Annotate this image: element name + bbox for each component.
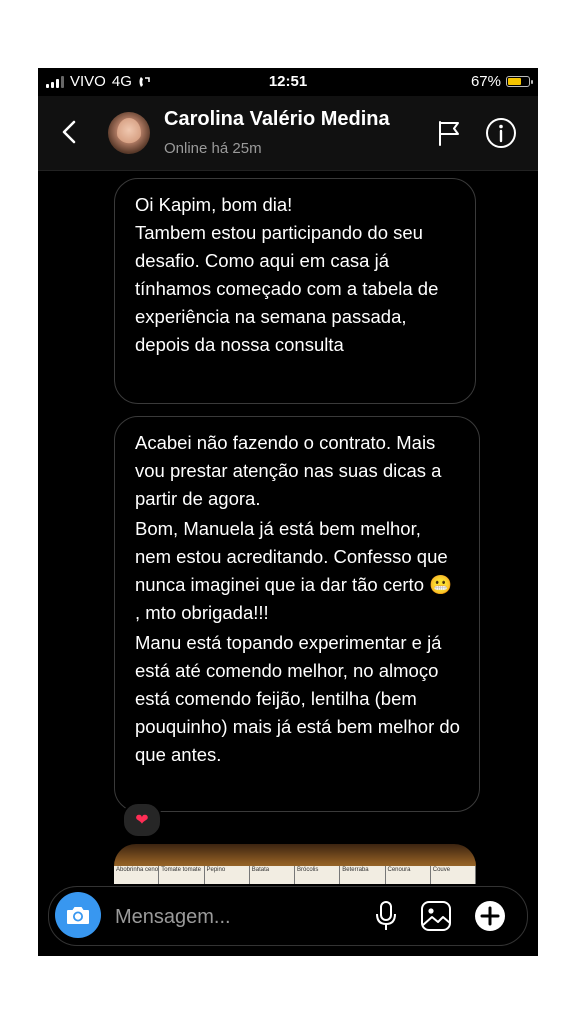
image-message[interactable]: Abobrinha cenoura Tomate tomate Pepino B… xyxy=(114,844,476,884)
image-label: Cenoura xyxy=(386,866,431,884)
report-button[interactable] xyxy=(434,118,464,148)
gallery-button[interactable] xyxy=(419,899,453,933)
message-input[interactable] xyxy=(113,901,357,933)
message-bubble[interactable]: Acabei não fazendo o contrato. Mais vou … xyxy=(114,416,480,812)
camera-icon xyxy=(67,907,89,924)
microphone-icon xyxy=(376,901,396,930)
add-icon xyxy=(475,901,505,931)
image-label: Batata xyxy=(250,866,295,884)
image-label-strip: Abobrinha cenoura Tomate tomate Pepino B… xyxy=(114,866,476,884)
info-icon xyxy=(486,118,516,148)
chevron-left-icon xyxy=(62,120,76,144)
image-label: Abobrinha cenoura xyxy=(114,866,160,884)
image-label: Pepino xyxy=(205,866,250,884)
image-label: Brócolis xyxy=(295,866,341,884)
image-label: Beterraba xyxy=(340,866,386,884)
message-text: Oi Kapim, bom dia! xyxy=(135,194,293,215)
message-composer xyxy=(48,886,528,946)
phone-screen: VIVO 4G 12:51 67% Carolina Valério Medin… xyxy=(38,68,538,956)
chat-header: Carolina Valério Medina Online há 25m xyxy=(38,96,538,171)
image-label: Couve xyxy=(431,866,476,884)
battery-icon xyxy=(506,76,533,87)
avatar[interactable] xyxy=(108,112,150,154)
contact-name[interactable]: Carolina Valério Medina xyxy=(164,108,390,131)
add-button[interactable] xyxy=(473,899,507,933)
message-text: Tambem estou participando do seu desafio… xyxy=(135,222,439,355)
image-label: Tomate tomate xyxy=(159,866,205,884)
info-button[interactable] xyxy=(484,116,518,150)
back-button[interactable] xyxy=(56,118,84,146)
message-text: Bom, Manuela já está bem melhor, nem est… xyxy=(135,518,453,623)
status-time: 12:51 xyxy=(268,73,308,90)
battery-percentage: 67% xyxy=(470,73,501,90)
status-right: 67% xyxy=(470,73,533,90)
microphone-button[interactable] xyxy=(371,900,401,932)
heart-reaction-icon[interactable]: ❤ xyxy=(122,802,162,838)
status-bar: VIVO 4G 12:51 67% xyxy=(38,68,538,96)
contact-status: Online há 25m xyxy=(164,140,262,157)
message-bubble[interactable]: Oi Kapim, bom dia! Tambem estou particip… xyxy=(114,178,476,404)
message-text: Manu está topando experimentar e já está… xyxy=(135,632,460,765)
message-text: Acabei não fazendo o contrato. Mais vou … xyxy=(135,432,442,509)
camera-button[interactable] xyxy=(55,892,101,938)
battery-fill xyxy=(508,78,522,85)
flag-icon xyxy=(439,121,459,146)
gallery-icon xyxy=(421,901,451,931)
